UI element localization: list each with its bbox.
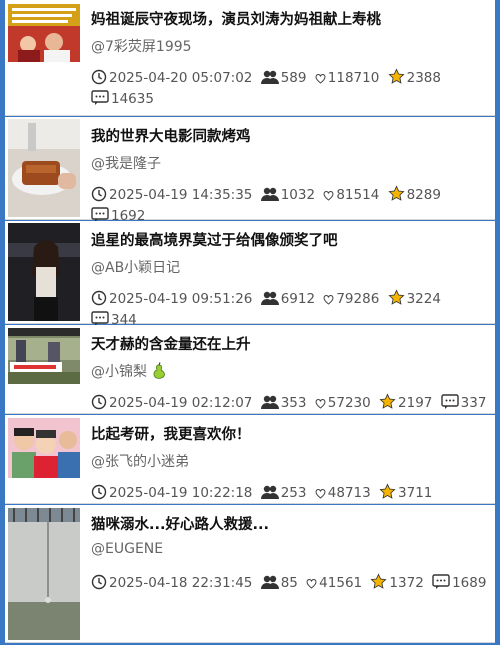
favorite-count: 8289 (388, 185, 441, 203)
star-icon (379, 393, 396, 409)
video-title[interactable]: 妈祖诞辰守夜现场，演员刘涛为妈祖献上寿桃 (91, 8, 489, 29)
users-icon (260, 70, 279, 84)
clock-icon (91, 69, 107, 85)
thumbnail[interactable] (8, 119, 80, 217)
thumbnail[interactable] (8, 223, 80, 321)
play-count: 6912 (260, 291, 315, 307)
star-icon (379, 483, 396, 499)
publish-time: 2025-04-20 05:07:02 (91, 69, 252, 86)
comment-icon (91, 90, 109, 105)
video-stats: 2025-04-18 22:31:45 85 41561 1372 1689 (91, 573, 491, 594)
heart-icon (315, 73, 326, 84)
author-name[interactable]: @小锦梨 (91, 361, 170, 381)
video-title[interactable]: 我的世界大电影同款烤鸡 (91, 125, 489, 146)
clock-icon (91, 394, 107, 410)
play-count: 1032 (260, 187, 315, 203)
like-count: 57230 (315, 395, 371, 411)
favorite-count: 1372 (370, 573, 424, 591)
comment-count: 14635 (91, 90, 154, 107)
star-icon (370, 573, 387, 589)
like-count: 79286 (323, 291, 379, 307)
thumbnail[interactable] (8, 328, 80, 384)
author-name[interactable]: @7彩荧屏1995 (91, 36, 192, 56)
favorite-count: 2388 (388, 68, 441, 86)
publish-time: 2025-04-19 09:51:26 (91, 290, 252, 307)
like-count: 41561 (306, 575, 362, 591)
clock-icon (91, 484, 107, 500)
list-item[interactable]: 猫咪溺水...好心路人救援... @EUGENE 2025-04-18 22:3… (5, 505, 495, 643)
comment-icon (432, 574, 450, 589)
list-item[interactable]: 天才赫的含金量还在上升 @小锦梨 2025-04-19 02:12:07 353… (5, 325, 495, 414)
list-item[interactable]: 比起考研，我更喜欢你！ @张飞的小迷弟 2025-04-19 10:22:18 … (5, 415, 495, 522)
star-icon (388, 185, 405, 201)
comment-count: 337 (440, 394, 486, 411)
comment-icon (440, 394, 459, 409)
favorite-count: 3224 (388, 289, 441, 307)
author-name[interactable]: @EUGENE (91, 541, 163, 557)
play-count: 589 (260, 70, 306, 86)
users-icon (260, 575, 279, 589)
pear-icon (153, 362, 165, 379)
clock-icon (91, 186, 107, 202)
video-title[interactable]: 追星的最高境界莫过于给偶像颁奖了吧 (91, 229, 489, 250)
publish-time: 2025-04-19 10:22:18 (91, 484, 252, 501)
thumbnail[interactable] (8, 418, 80, 478)
users-icon (260, 395, 279, 409)
like-count: 81514 (323, 187, 379, 203)
like-count: 48713 (315, 485, 371, 501)
video-stats: 2025-04-19 02:12:07 353 57230 2197 337 (91, 393, 491, 414)
list-item[interactable]: 我的世界大电影同款烤鸡 @我是隆子 2025-04-19 14:35:35 10… (5, 117, 495, 224)
heart-icon (323, 190, 334, 201)
comment-count: 1689 (432, 574, 486, 591)
users-icon (260, 485, 279, 499)
author-name[interactable]: @AB小颖日记 (91, 257, 180, 277)
users-icon (260, 187, 279, 201)
clock-icon (91, 290, 107, 306)
heart-icon (306, 578, 317, 589)
like-count: 118710 (315, 70, 379, 86)
heart-icon (315, 488, 326, 499)
heart-icon (315, 398, 326, 409)
star-icon (388, 68, 405, 84)
heart-icon (323, 294, 334, 305)
video-title[interactable]: 天才赫的含金量还在上升 (91, 333, 489, 354)
play-count: 353 (260, 395, 306, 411)
favorite-count: 2197 (379, 393, 432, 411)
video-title[interactable]: 猫咪溺水...好心路人救援... (91, 513, 489, 534)
thumbnail[interactable] (8, 4, 80, 62)
video-title[interactable]: 比起考研，我更喜欢你！ (91, 423, 489, 444)
play-count: 253 (260, 485, 306, 501)
clock-icon (91, 574, 107, 590)
publish-time: 2025-04-19 14:35:35 (91, 186, 252, 203)
users-icon (260, 291, 279, 305)
play-count: 85 (260, 575, 298, 591)
video-stats: 2025-04-20 05:07:02 589 118710 2388 1463… (91, 68, 491, 110)
list-item[interactable]: 追星的最高境界莫过于给偶像颁奖了吧 @AB小颖日记 2025-04-19 09:… (5, 221, 495, 328)
publish-time: 2025-04-19 02:12:07 (91, 394, 252, 411)
author-name[interactable]: @我是隆子 (91, 153, 161, 173)
thumbnail[interactable] (8, 508, 80, 640)
author-name[interactable]: @张飞的小迷弟 (91, 451, 189, 471)
favorite-count: 3711 (379, 483, 432, 501)
star-icon (388, 289, 405, 305)
list-item[interactable]: 妈祖诞辰守夜现场，演员刘涛为妈祖献上寿桃 @7彩荧屏1995 2025-04-2… (5, 0, 495, 116)
publish-time: 2025-04-18 22:31:45 (91, 574, 252, 591)
